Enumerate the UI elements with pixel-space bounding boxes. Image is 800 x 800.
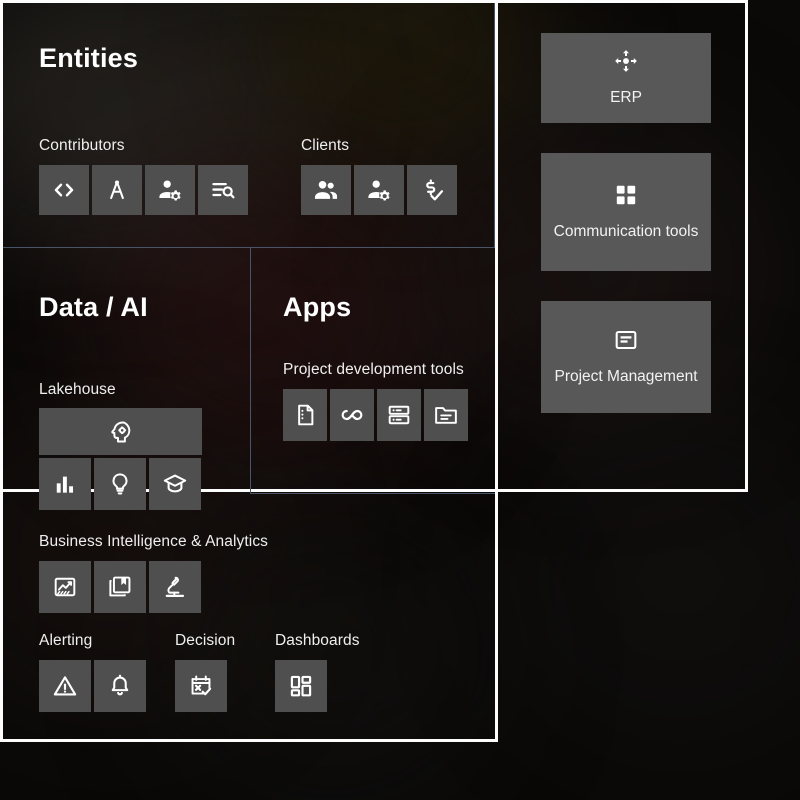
notification-bell-icon: [111, 674, 129, 696]
group-project-dev-tools-label: Project development tools: [283, 361, 464, 378]
group-dashboards: Dashboards: [275, 631, 360, 712]
tile-group-people[interactable]: [301, 165, 351, 215]
card-erp[interactable]: ERP: [541, 33, 711, 123]
tile-row-contributors: [39, 165, 248, 215]
tile-price-check[interactable]: [407, 165, 457, 215]
tile-row-bi-analytics: [39, 561, 268, 613]
divider-entities-right: [494, 3, 495, 248]
screenshot-stage: ERP Communication tools Project Manageme…: [0, 0, 800, 800]
group-contributors: Contributors: [39, 136, 248, 215]
tile-list-search[interactable]: [198, 165, 248, 215]
divider-horizontal: [3, 247, 495, 248]
group-clients: Clients: [301, 136, 457, 215]
tile-row-alerting: [39, 660, 146, 712]
graduation-cap-icon: [163, 474, 187, 493]
section-entities-title: Entities: [39, 43, 139, 73]
dashboard-grid-icon: [290, 675, 312, 697]
tile-rule-calendar[interactable]: [175, 660, 227, 712]
tile-folder-open[interactable]: [424, 389, 468, 441]
server-storage-icon: [388, 405, 410, 425]
group-lakehouse-label: Lakehouse: [39, 381, 116, 398]
section-data-ai-title: Data / AI: [39, 292, 148, 322]
card-communication-tools-label: Communication tools: [553, 223, 699, 240]
manage-accounts-icon: [159, 180, 181, 201]
collections-bookmark-icon: [109, 576, 131, 597]
tile-row-lakehouse: [39, 458, 202, 510]
tile-manage-accounts-clients[interactable]: [354, 165, 404, 215]
tile-server-storage[interactable]: [377, 389, 421, 441]
folder-open-icon: [435, 407, 457, 424]
price-check-icon: [426, 179, 444, 201]
group-dashboards-label: Dashboards: [275, 632, 360, 649]
group-alerting: Alerting: [39, 631, 146, 712]
tile-row-project-dev-tools: [283, 389, 468, 441]
group-decision-label: Decision: [175, 632, 236, 649]
tile-code[interactable]: [39, 165, 89, 215]
group-people-icon: [314, 181, 338, 199]
divider-apps-bottom: [250, 493, 495, 494]
tile-dashboard-grid[interactable]: [275, 660, 327, 712]
group-decision: Decision: [175, 631, 235, 712]
open-with-arrows-icon: [613, 48, 639, 79]
tile-graduation-cap[interactable]: [149, 458, 201, 510]
tile-lightbulb[interactable]: [94, 458, 146, 510]
tile-architecture[interactable]: [92, 165, 142, 215]
tile-infinity-devops[interactable]: [330, 389, 374, 441]
monitoring-chart-icon: [54, 577, 76, 597]
tile-notification-bell[interactable]: [94, 660, 146, 712]
psychology-head-gear-icon: [110, 420, 130, 442]
code-icon: [54, 183, 74, 197]
tile-row-decision: [175, 660, 235, 712]
microscope-icon: [165, 576, 185, 597]
card-project-management[interactable]: Project Management: [541, 301, 711, 413]
tile-row-clients: [301, 165, 457, 215]
tile-manage-accounts-contributors[interactable]: [145, 165, 195, 215]
divider-vertical: [250, 248, 251, 494]
tile-psychology[interactable]: [39, 408, 202, 455]
tile-collections-bookmark[interactable]: [94, 561, 146, 613]
tile-document-list[interactable]: [283, 389, 327, 441]
manage-accounts-icon: [368, 180, 390, 201]
architecture-compass-icon: [110, 180, 124, 200]
tile-monitoring[interactable]: [39, 561, 91, 613]
section-apps-title: Apps: [283, 292, 352, 322]
main-panel: Entities Contributors Clients Data / AI …: [0, 0, 498, 742]
group-bi-analytics: Business Intelligence & Analytics: [39, 532, 268, 613]
list-search-icon: [212, 183, 235, 199]
card-erp-label: ERP: [610, 89, 642, 106]
warning-triangle-icon: [53, 676, 77, 696]
bar-chart-icon: [56, 476, 74, 493]
tile-microscope[interactable]: [149, 561, 201, 613]
document-list-icon: [298, 404, 314, 426]
group-lakehouse: Lakehouse: [39, 380, 202, 510]
infinity-devops-icon: [341, 409, 363, 421]
group-project-dev-tools: Project development tools: [283, 360, 468, 441]
card-communication-tools[interactable]: Communication tools: [541, 153, 711, 271]
group-clients-label: Clients: [301, 137, 350, 154]
tile-bar-chart[interactable]: [39, 458, 91, 510]
lightbulb-icon: [112, 473, 128, 495]
group-contributors-label: Contributors: [39, 137, 125, 154]
group-bi-analytics-label: Business Intelligence & Analytics: [39, 533, 269, 550]
apps-grid-icon: [613, 182, 639, 213]
rule-calendar-icon: [191, 675, 212, 696]
text-box-icon: [613, 327, 639, 358]
group-alerting-label: Alerting: [39, 632, 93, 649]
card-project-management-label: Project Management: [554, 368, 698, 385]
tile-warning[interactable]: [39, 660, 91, 712]
tile-row-dashboards: [275, 660, 360, 712]
